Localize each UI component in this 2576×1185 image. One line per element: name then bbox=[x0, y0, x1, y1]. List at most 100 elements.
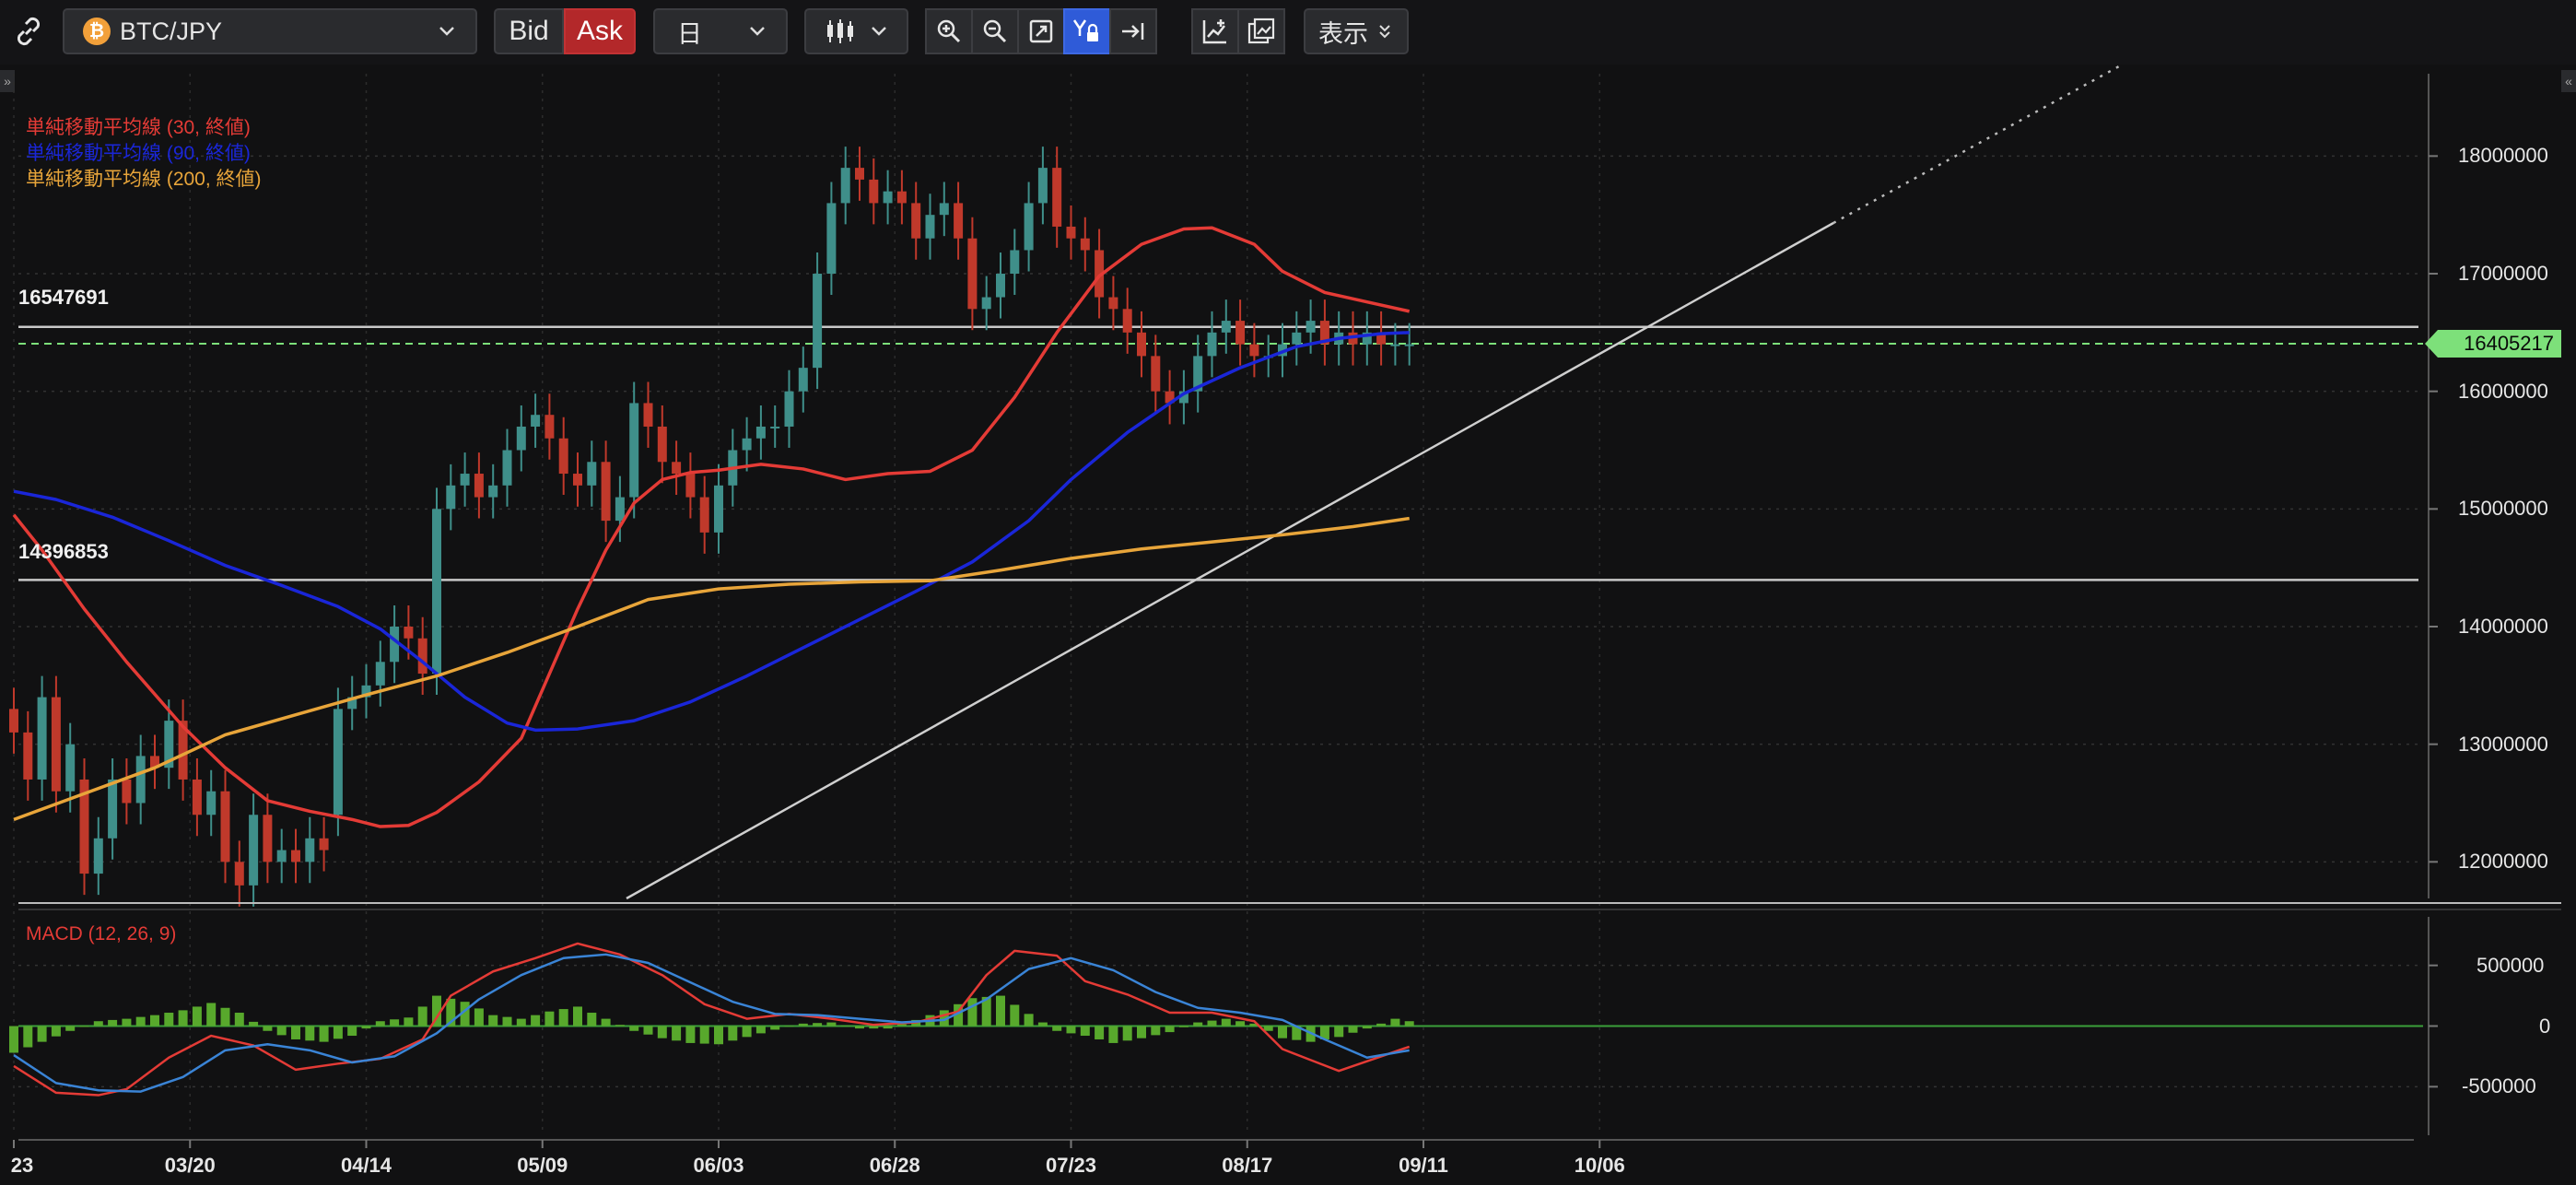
macd-tick-label: 0 bbox=[2539, 1014, 2551, 1038]
price-tick-label: 14000000 bbox=[2458, 615, 2548, 638]
time-tick-label: 03/20 bbox=[164, 1154, 216, 1177]
candle-body bbox=[996, 274, 1005, 298]
candle-body bbox=[1249, 344, 1259, 357]
screenshot-button[interactable] bbox=[1237, 8, 1285, 54]
candle-body bbox=[291, 850, 300, 862]
candle-body bbox=[206, 791, 217, 815]
fit-screen-icon bbox=[1029, 19, 1053, 43]
candle-body bbox=[813, 274, 823, 369]
macd-legend[interactable]: MACD (12, 26, 9) bbox=[26, 923, 176, 945]
zoom-out-button[interactable] bbox=[971, 8, 1019, 54]
histogram-bar bbox=[1278, 1026, 1287, 1038]
histogram-bar bbox=[502, 1016, 512, 1027]
candle-body bbox=[1207, 332, 1217, 357]
candle-body bbox=[220, 791, 230, 862]
fit-screen-button[interactable] bbox=[1017, 8, 1065, 54]
time-tick-label: 05/09 bbox=[517, 1154, 568, 1177]
histogram-bar bbox=[319, 1026, 329, 1042]
histogram-bar bbox=[657, 1026, 667, 1038]
histogram-bar bbox=[1066, 1026, 1076, 1034]
candle-body bbox=[685, 474, 696, 498]
histogram-bar bbox=[135, 1016, 146, 1027]
histogram-bar bbox=[23, 1026, 33, 1048]
candle-body bbox=[981, 297, 991, 310]
histogram-bar bbox=[220, 1007, 230, 1027]
candle-body bbox=[531, 415, 541, 427]
period-select[interactable]: 日 bbox=[653, 8, 788, 54]
histogram-bar bbox=[305, 1026, 315, 1041]
symbol-select[interactable]: ₿ BTC/JPY bbox=[63, 8, 477, 54]
histogram-bar bbox=[417, 1006, 427, 1027]
histogram-bar bbox=[263, 1026, 273, 1031]
trend-line bbox=[626, 65, 2120, 900]
histogram-bar bbox=[375, 1021, 385, 1027]
histogram-bar bbox=[234, 1013, 244, 1027]
candle-body bbox=[65, 744, 76, 792]
moving-average-lines bbox=[12, 226, 1411, 828]
histogram-bar bbox=[1024, 1014, 1034, 1027]
hline-label-upper[interactable]: 16547691 bbox=[18, 286, 109, 310]
histogram-bar bbox=[1108, 1026, 1118, 1043]
histogram-bar bbox=[37, 1026, 47, 1042]
add-indicator-button[interactable] bbox=[1191, 8, 1239, 54]
candle-body bbox=[883, 191, 893, 204]
histogram-bar bbox=[840, 1025, 850, 1027]
toolbar: ₿ BTC/JPY Bid Ask 日 表示 bbox=[0, 0, 2576, 65]
histogram-bar bbox=[1376, 1023, 1387, 1027]
candle-body bbox=[1390, 344, 1400, 346]
candle-body bbox=[587, 462, 597, 486]
zoom-in-button[interactable] bbox=[925, 8, 973, 54]
period-label: 日 bbox=[677, 19, 702, 48]
candle-body bbox=[954, 203, 964, 239]
candle-body bbox=[643, 403, 653, 427]
sma30-legend[interactable]: 単純移動平均線 (30, 終値) bbox=[26, 112, 251, 140]
y-axis-lock-button[interactable] bbox=[1063, 8, 1111, 54]
candle-body bbox=[417, 638, 427, 675]
histogram-bar bbox=[1221, 1018, 1231, 1027]
candle-body bbox=[855, 168, 864, 180]
histogram-bar bbox=[714, 1026, 723, 1045]
candle-body bbox=[1080, 238, 1090, 251]
candle-body bbox=[1037, 168, 1048, 204]
histogram-bar bbox=[1151, 1026, 1161, 1036]
display-menu[interactable]: 表示 bbox=[1304, 8, 1409, 54]
candle-body bbox=[263, 815, 273, 862]
histogram-bar bbox=[742, 1026, 752, 1038]
hline-label-lower[interactable]: 14396853 bbox=[18, 540, 109, 564]
histogram-bar bbox=[544, 1011, 555, 1027]
scroll-latest-button[interactable] bbox=[1109, 8, 1157, 54]
price-tick-label: 16000000 bbox=[2458, 379, 2548, 403]
sma90-legend[interactable]: 単純移動平均線 (90, 終値) bbox=[26, 138, 251, 166]
candle-body bbox=[770, 426, 780, 428]
histogram-bar bbox=[93, 1021, 103, 1027]
histogram-bar bbox=[798, 1023, 808, 1027]
zoom-in-icon bbox=[937, 19, 961, 43]
current-price-tag: 16405217 bbox=[2425, 329, 2561, 358]
macd-tick-label: 500000 bbox=[2476, 953, 2545, 977]
symbol-label: BTC/JPY bbox=[120, 17, 223, 45]
candle-body bbox=[615, 497, 625, 522]
candle-body bbox=[826, 203, 837, 275]
histogram-bar bbox=[516, 1018, 526, 1027]
histogram-bar bbox=[1404, 1021, 1414, 1027]
chevron-down-icon bbox=[439, 27, 454, 36]
price-chart[interactable] bbox=[0, 65, 2576, 1185]
ask-button[interactable]: Ask bbox=[564, 8, 636, 54]
histogram-bar bbox=[629, 1026, 639, 1031]
histogram-bar bbox=[1037, 1022, 1048, 1027]
link-button[interactable] bbox=[6, 13, 52, 50]
time-tick-label: 07/23 bbox=[1045, 1154, 1097, 1177]
histogram-bar bbox=[276, 1026, 287, 1036]
histogram-bar bbox=[206, 1003, 217, 1027]
histogram-bar bbox=[108, 1019, 118, 1027]
sma200-legend[interactable]: 単純移動平均線 (200, 終値) bbox=[26, 164, 262, 192]
histogram-bar bbox=[488, 1015, 498, 1027]
histogram-bar bbox=[1362, 1026, 1372, 1029]
chart-type-select[interactable] bbox=[804, 8, 908, 54]
candle-body bbox=[135, 756, 146, 804]
zoom-tool-group bbox=[925, 8, 1157, 54]
histogram-bar bbox=[699, 1026, 709, 1044]
histogram-bar bbox=[883, 1026, 893, 1029]
bid-button[interactable]: Bid bbox=[494, 8, 564, 54]
candlesticks bbox=[9, 147, 1414, 907]
